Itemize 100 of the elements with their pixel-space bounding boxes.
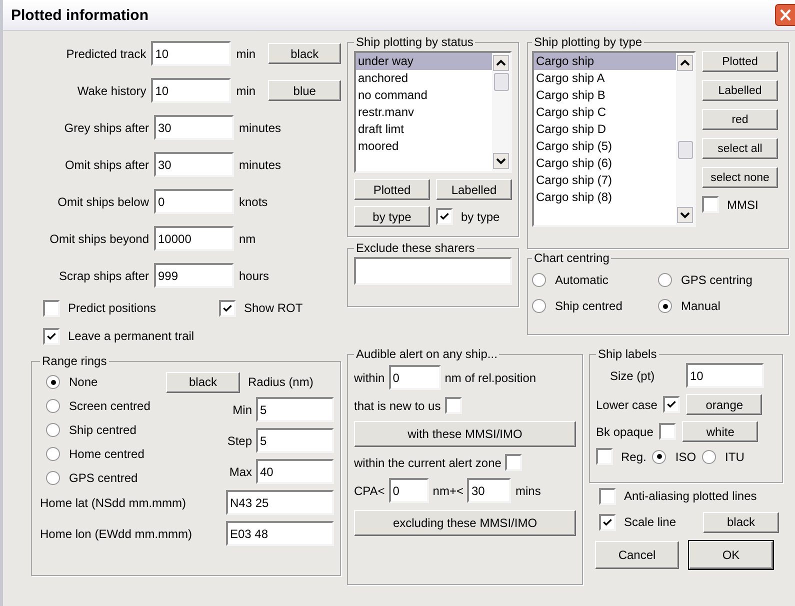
color-button[interactable]: blue	[268, 80, 341, 101]
list-button[interactable]: select none	[702, 167, 778, 188]
field-label: nm+<	[432, 484, 464, 498]
list-item[interactable]: Cargo ship B	[534, 87, 676, 104]
field-label: Grey ships after	[63, 120, 150, 134]
list-button[interactable]: red	[702, 109, 778, 130]
checkbox-label: Show ROT	[244, 301, 303, 315]
list-item[interactable]: Cargo ship	[534, 53, 676, 70]
input-field[interactable]: N43 25	[226, 490, 334, 515]
field-label: Size (pt)	[609, 368, 656, 382]
input-field[interactable]: 5	[256, 428, 334, 453]
cancel-button[interactable]: Cancel	[595, 541, 679, 569]
list-item[interactable]: Cargo ship D	[534, 121, 676, 138]
scroll-down-icon[interactable]	[677, 207, 693, 223]
checkbox[interactable]	[599, 514, 616, 530]
radio-label: ISO	[675, 450, 696, 464]
checkbox-label: Scale line	[624, 515, 676, 529]
checkbox-label: Reg.	[621, 450, 646, 464]
field-label: Omit ships after	[64, 158, 150, 172]
input-field[interactable]: 30	[154, 152, 234, 177]
color-button[interactable]: black	[166, 372, 240, 392]
input-field[interactable]: 999	[154, 263, 234, 288]
checkbox[interactable]	[444, 397, 462, 414]
radio-button[interactable]	[46, 375, 60, 389]
radio-button[interactable]	[46, 471, 60, 485]
input-field[interactable]: 0	[388, 478, 429, 503]
list-button[interactable]: Plotted	[702, 51, 778, 72]
input-field[interactable]: 0	[154, 189, 234, 214]
radio-button[interactable]	[46, 399, 60, 413]
checkbox-label: by type	[461, 210, 500, 224]
list-button[interactable]: select all	[702, 138, 778, 159]
checkbox[interactable]	[219, 300, 236, 316]
radio-button[interactable]	[702, 450, 716, 464]
input-field[interactable]: 5	[256, 397, 334, 422]
radio-button[interactable]	[652, 450, 666, 464]
scroll-up-icon[interactable]	[493, 55, 509, 71]
checkbox[interactable]	[599, 488, 616, 504]
list-item[interactable]: no command	[356, 87, 492, 104]
radio-label: Screen centred	[69, 399, 150, 413]
scrollbar[interactable]	[676, 53, 694, 225]
field-label: Home lat (NSdd mm.mmm)	[40, 496, 186, 510]
radius-label: Radius (nm)	[248, 375, 314, 389]
input-field[interactable]	[354, 257, 512, 285]
color-button[interactable]: black	[703, 512, 779, 532]
checkbox[interactable]	[663, 396, 680, 413]
checkbox[interactable]	[436, 208, 453, 225]
input-field[interactable]: 30	[154, 115, 234, 140]
scroll-thumb[interactable]	[494, 73, 508, 91]
color-button[interactable]: orange	[686, 394, 762, 415]
input-field[interactable]: 40	[256, 459, 334, 484]
input-field[interactable]: 10	[686, 363, 764, 388]
list-item[interactable]: draft limt	[356, 121, 492, 138]
field-label: Omit ships below	[56, 194, 150, 208]
scroll-up-icon[interactable]	[677, 55, 693, 71]
radio-button[interactable]	[532, 273, 546, 287]
radio-button[interactable]	[532, 299, 546, 313]
checkbox[interactable]	[702, 196, 719, 213]
list-item[interactable]: Cargo ship (6)	[534, 155, 676, 172]
checkbox[interactable]	[43, 328, 60, 344]
list-button[interactable]: Labelled	[702, 80, 778, 101]
list-item[interactable]: Cargo ship (8)	[534, 189, 676, 206]
group-title: Ship plotting by type	[533, 35, 644, 49]
mmsi-button[interactable]: with these MMSI/IMO	[354, 421, 576, 447]
input-field[interactable]: 10	[151, 41, 232, 66]
scroll-thumb[interactable]	[678, 141, 692, 159]
radio-button[interactable]	[46, 423, 60, 437]
radio-button[interactable]	[658, 299, 672, 313]
radio-button[interactable]	[658, 273, 672, 287]
scroll-down-icon[interactable]	[493, 153, 509, 169]
list-button[interactable]: Labelled	[436, 179, 512, 200]
by-type-button[interactable]: by type	[354, 206, 430, 227]
checkbox[interactable]	[659, 423, 676, 440]
radio-button[interactable]	[46, 447, 60, 461]
input-field[interactable]: 30	[467, 478, 512, 503]
unit-label: nm	[238, 232, 257, 246]
list-item[interactable]: Cargo ship (5)	[534, 138, 676, 155]
color-button[interactable]: white	[682, 421, 758, 442]
input-field[interactable]: 10000	[154, 226, 234, 251]
close-icon[interactable]	[775, 4, 795, 26]
input-field[interactable]: 10	[151, 78, 232, 103]
list-item[interactable]: Cargo ship (7)	[534, 172, 676, 189]
list-button[interactable]: Plotted	[354, 179, 430, 200]
color-button[interactable]: black	[268, 43, 341, 64]
checkbox[interactable]	[596, 448, 613, 465]
field-label: CPA<	[354, 484, 385, 498]
list-item[interactable]: moored	[356, 138, 492, 155]
list-item[interactable]: under way	[356, 53, 492, 70]
input-field[interactable]: E03 48	[226, 521, 334, 546]
checkbox[interactable]	[43, 300, 60, 316]
checkbox-label: that is new to us	[354, 398, 441, 412]
list-item[interactable]: anchored	[356, 70, 492, 87]
checkbox[interactable]	[505, 454, 522, 471]
list-item[interactable]: Cargo ship C	[534, 104, 676, 121]
input-field[interactable]: 0	[388, 365, 441, 390]
list-item[interactable]: restr.manv	[356, 104, 492, 121]
group-title: Chart centring	[533, 251, 610, 265]
list-item[interactable]: Cargo ship A	[534, 70, 676, 87]
scrollbar[interactable]	[492, 53, 510, 171]
mmsi-button[interactable]: excluding these MMSI/IMO	[354, 510, 576, 536]
ok-button[interactable]: OK	[689, 541, 773, 569]
